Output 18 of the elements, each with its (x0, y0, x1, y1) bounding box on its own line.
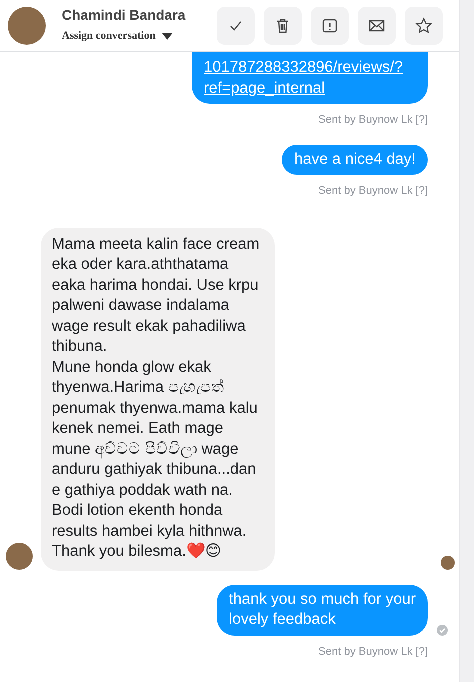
sender-avatar (6, 542, 33, 570)
assign-dropdown[interactable]: Assign conversation (62, 28, 186, 45)
trash-button[interactable] (264, 6, 302, 44)
contact-avatar (8, 6, 46, 44)
message-bubble: Mama meeta kalin face cream eka oder kara.aththatama eaka harima hondai. Use krpu palweni dawase indalama wage result ekak pahadiliwa thibuna. Mune honda glow ekak thyenwa.Harima පැහැපත් penumak thyenwa.mama kalu kenek nemei. Eath mage mune අව්වට පිච්චිලා wage anduru gathiyak thibuna...dan e gathiya poddak wath na. Bodi lotion ekenth honda results hambei kyla hithnwa. Thank you bilesma.❤😊 (41, 228, 275, 570)
sent-by-label: Sent by Buynow Lk [?] (318, 644, 428, 660)
alert-icon (321, 16, 339, 34)
sent-by-label: Sent by Buynow Lk [?] (318, 184, 428, 199)
alert-button[interactable] (311, 6, 349, 44)
caret-icon (162, 33, 173, 40)
contact-name: Chamindi Bandara (62, 6, 186, 24)
star-icon (415, 16, 433, 34)
check-button[interactable] (217, 6, 255, 44)
star-button[interactable] (405, 6, 443, 44)
message-bubble: have a nice4 day! (282, 144, 428, 175)
mail-button[interactable] (358, 6, 396, 44)
message-bubble: thank you so much for your lovely feedback (217, 584, 428, 636)
sent-by-label: Sent by Buynow Lk [?] (318, 113, 428, 128)
